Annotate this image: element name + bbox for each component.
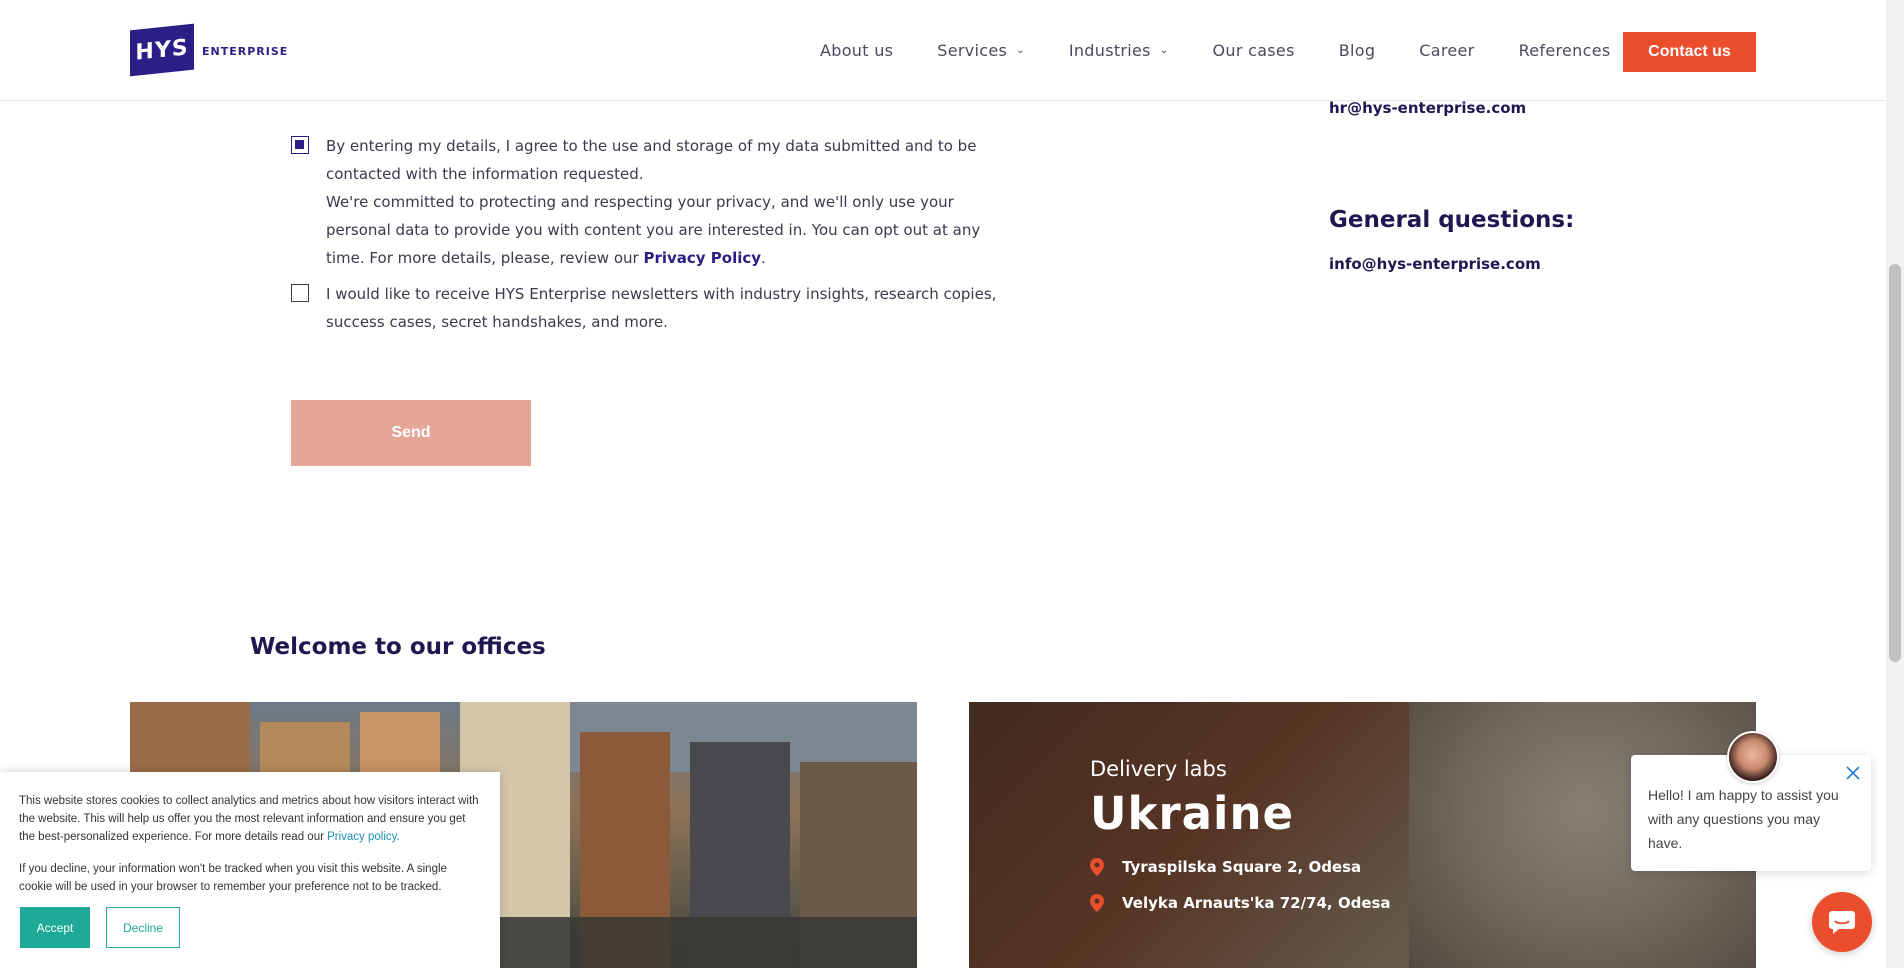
page-scrollbar[interactable] (1886, 0, 1904, 968)
chevron-down-icon: ⌄ (1016, 44, 1025, 56)
nav-references[interactable]: References (1519, 41, 1611, 60)
site-header: HYS ENTERPRISE About us Services ⌄ Indus… (0, 0, 1886, 101)
nav-about-us[interactable]: About us (820, 41, 893, 60)
office-country: Ukraine (1090, 787, 1295, 840)
consent-row: By entering my details, I agree to the u… (290, 132, 1010, 272)
main-nav: About us Services ⌄ Industries ⌄ Our cas… (820, 0, 1654, 100)
consent-text: By entering my details, I agree to the u… (326, 137, 977, 183)
office-info: Delivery labs Ukraine Tyraspilska Square… (1090, 757, 1391, 912)
cookie-banner: This website stores cookies to collect a… (0, 772, 500, 968)
cookie-text-main: This website stores cookies to collect a… (19, 795, 479, 843)
cookie-privacy-link[interactable]: Privacy policy. (327, 831, 400, 843)
cookie-text: This website stores cookies to collect a… (19, 792, 481, 846)
chat-message: Hello! I am happy to assist you with any… (1648, 787, 1839, 851)
close-icon[interactable] (1845, 765, 1861, 781)
newsletter-checkbox[interactable] (291, 284, 309, 302)
nav-label: Career (1419, 40, 1475, 60)
chevron-down-icon: ⌄ (1159, 44, 1169, 56)
decline-cookies-button[interactable]: Decline (106, 907, 180, 948)
nav-industries[interactable]: Industries ⌄ (1069, 41, 1169, 60)
consent-end: . (761, 249, 766, 267)
map-pin-icon (1090, 894, 1104, 912)
nav-our-cases[interactable]: Our cases (1213, 41, 1295, 60)
address-text: Tyraspilska Square 2, Odesa (1122, 858, 1362, 876)
send-button[interactable]: Send (291, 400, 531, 466)
nav-blog[interactable]: Blog (1339, 41, 1376, 60)
consent-checkbox[interactable] (291, 136, 309, 154)
agent-avatar (1727, 731, 1779, 783)
nav-label: References (1518, 40, 1611, 60)
offices-title: Welcome to our offices (250, 634, 546, 660)
nav-label: About us (820, 40, 894, 60)
logo-mark: HYS (130, 23, 194, 77)
contact-us-button[interactable]: Contact us (1623, 32, 1756, 72)
nav-label: Blog (1338, 40, 1376, 60)
logo-text: ENTERPRISE (202, 45, 289, 58)
accept-cookies-button[interactable]: Accept (20, 907, 90, 948)
logo[interactable]: HYS ENTERPRISE (130, 23, 290, 77)
map-pin-icon (1090, 858, 1104, 876)
privacy-policy-link[interactable]: Privacy Policy (643, 249, 761, 267)
nav-label: Our cases (1212, 40, 1295, 60)
office-address: Velyka Arnauts'ka 72/74, Odesa (1090, 894, 1391, 912)
chat-icon (1829, 911, 1855, 934)
consent-section: By entering my details, I agree to the u… (290, 132, 1010, 336)
newsletter-text: I would like to receive HYS Enterprise n… (326, 285, 997, 331)
cookie-decline-text: If you decline, your information won't b… (19, 863, 447, 893)
general-questions-title: General questions: (1329, 207, 1575, 233)
scrollbar-thumb[interactable] (1889, 264, 1901, 662)
nav-label: Services (937, 40, 1008, 60)
nav-services[interactable]: Services ⌄ (937, 41, 1025, 60)
nav-career[interactable]: Career (1419, 41, 1474, 60)
general-email-link[interactable]: info@hys-enterprise.com (1329, 255, 1541, 273)
nav-label: Industries (1068, 40, 1151, 60)
office-address: Tyraspilska Square 2, Odesa (1090, 858, 1391, 876)
address-text: Velyka Arnauts'ka 72/74, Odesa (1122, 894, 1391, 912)
chat-launcher-button[interactable] (1812, 892, 1872, 952)
newsletter-row: I would like to receive HYS Enterprise n… (290, 280, 1010, 336)
office-subtitle: Delivery labs (1090, 757, 1227, 781)
hr-email-link[interactable]: hr@hys-enterprise.com (1329, 99, 1526, 117)
